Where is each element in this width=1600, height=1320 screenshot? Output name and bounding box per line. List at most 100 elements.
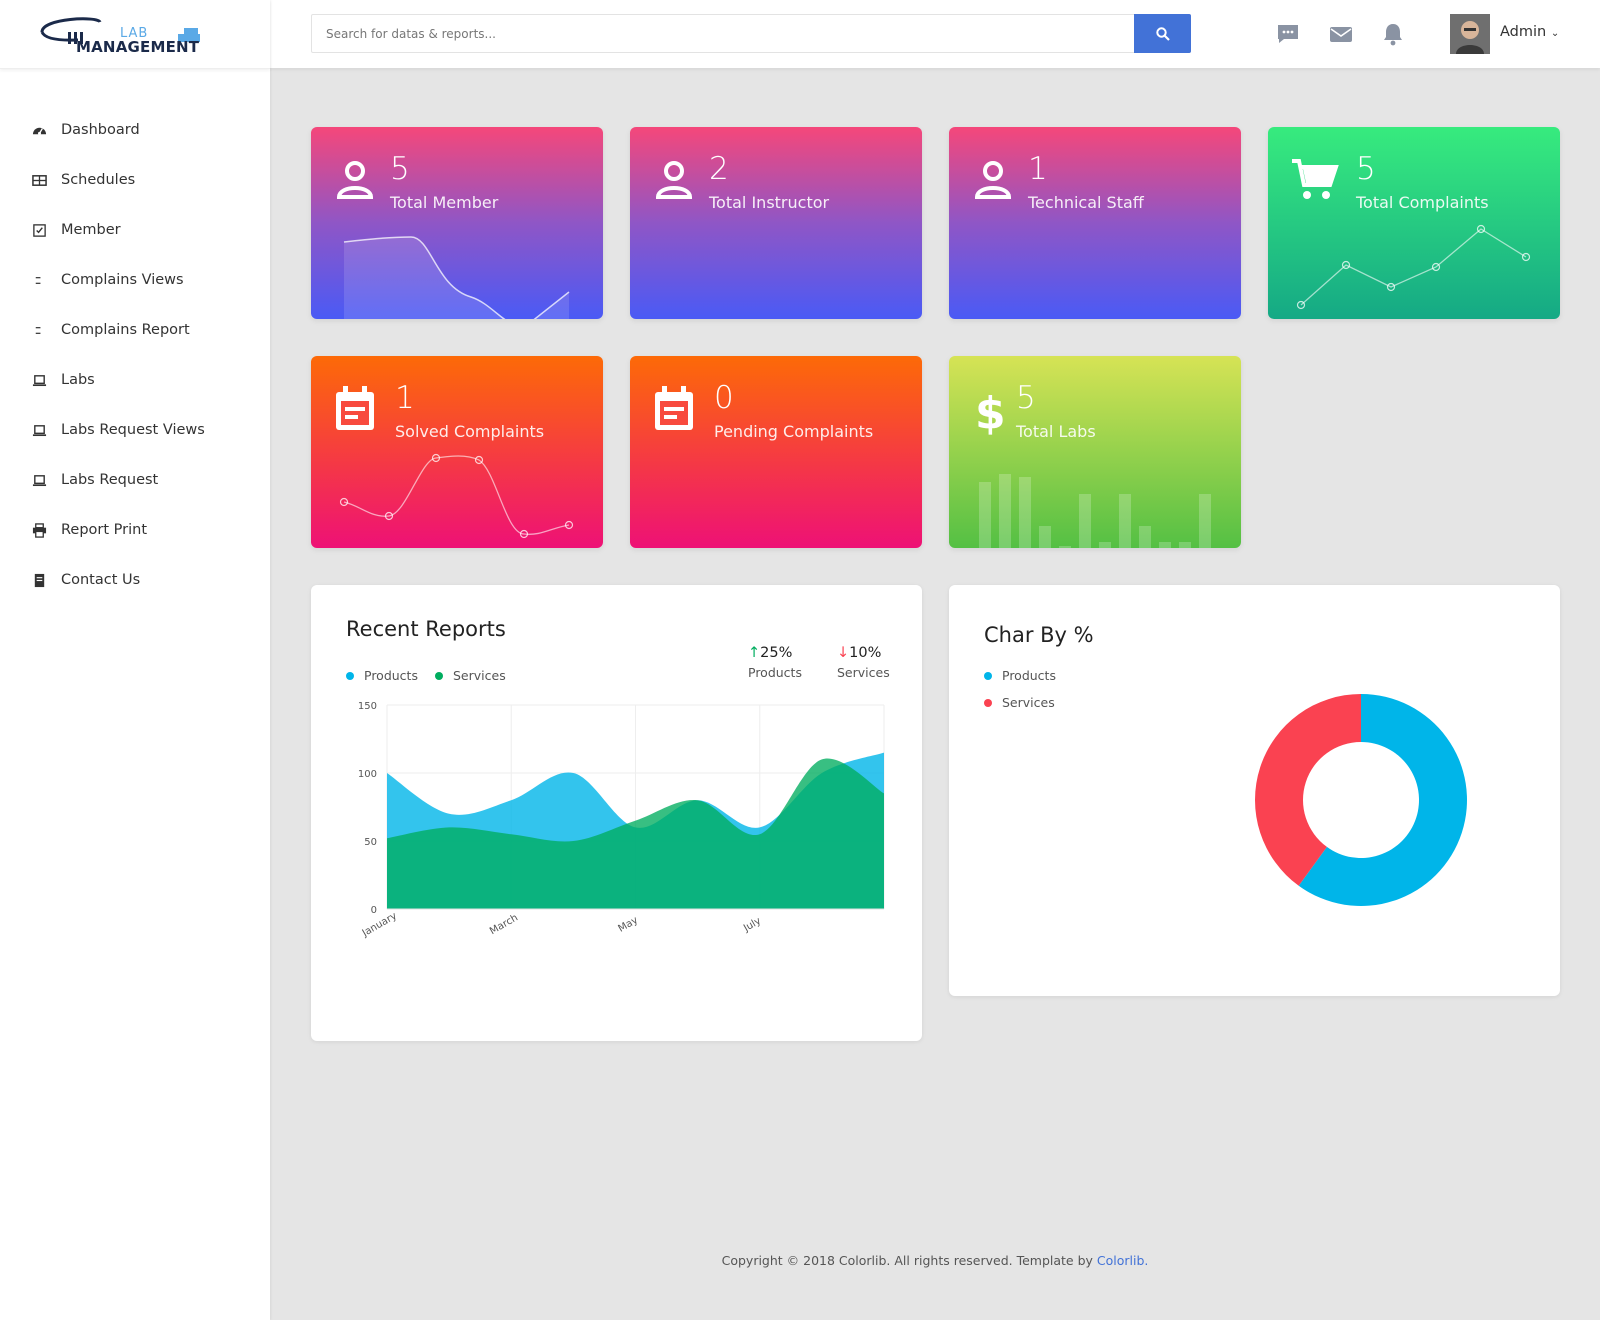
avatar-image [1450,14,1490,54]
sidebar-item-label: Dashboard [61,122,140,138]
sidebar-item-label: Report Print [61,522,148,538]
stat-value: 25% [760,645,793,661]
legend-dot [984,698,992,707]
sidebar-item-labs-request[interactable]: Labs Request [0,455,270,505]
recent-reports-panel: Recent Reports Products Services ↑25% Pr… [311,585,922,1041]
stat-number: 5 [1016,380,1036,416]
stat-number: 0 [714,380,734,416]
footer-text: Copyright © 2018 Colorlib. All rights re… [721,1253,1097,1268]
sidebar-item-label: Labs Request [61,472,159,488]
legend-label: Products [1002,668,1056,683]
arrow-up-icon: ↑ [748,645,761,661]
printer-icon [31,522,47,538]
stat-card-total-member[interactable]: 5 Total Member [311,127,603,319]
laptop-icon [31,422,47,438]
x-tick-label: July [741,916,763,935]
footer: Copyright © 2018 Colorlib. All rights re… [270,1253,1600,1268]
sidebar-item-complains-report[interactable]: Complains Report [0,305,270,355]
footer-link[interactable]: Colorlib. [1097,1253,1149,1268]
sidebar-item-complains-views[interactable]: Complains Views [0,255,270,305]
sidebar-item-dashboard[interactable]: Dashboard [0,105,270,155]
list-icon [31,272,47,288]
search-icon [1155,26,1170,41]
chat-icon[interactable] [1275,21,1301,47]
avatar[interactable] [1450,14,1490,54]
stat-card-total-labs[interactable]: $ 5 Total Labs [949,356,1241,548]
x-tick-label: January [360,911,399,940]
logo[interactable]: LAB MANAGEMENT [38,10,208,58]
sidebar-item-label: Schedules [61,172,136,188]
legend-dot [346,671,354,680]
arrow-down-icon: ↓ [837,645,850,661]
legend-item-services: Services [984,695,1055,710]
stat-card-solved-complaints[interactable]: 1 Solved Complaints [311,356,603,548]
calendar-icon [655,386,693,430]
sidebar: LAB MANAGEMENT Dashboard Schedules Membe… [0,0,270,1320]
bell-icon[interactable] [1380,21,1406,47]
sidebar-item-label: Complains Views [61,272,184,288]
stat-number: 5 [390,151,410,187]
search-button[interactable] [1134,14,1191,53]
stat-products: ↑25% Products [748,645,802,680]
laptop-icon [31,372,47,388]
stat-label: Pending Complaints [714,422,874,441]
y-tick-label: 100 [358,769,377,780]
area-chart: 0 50 100 150 January March May July [358,701,885,940]
mail-icon[interactable] [1328,21,1354,47]
stat-label: Total Instructor [709,193,830,212]
legend-label: Products [364,668,418,683]
search-bar [311,14,1191,53]
sidebar-item-labs-request-views[interactable]: Labs Request Views [0,405,270,455]
stat-number: 5 [1356,151,1376,187]
x-tick-label: March [488,912,520,937]
sidebar-item-label: Complains Report [61,322,190,338]
stat-label: Total Complaints [1356,193,1489,212]
legend-item-products: Products [346,668,418,683]
stat-number: 1 [1028,151,1048,187]
sidebar-item-contact-us[interactable]: Contact Us [0,555,270,605]
donut-chart [1255,694,1467,906]
sidebar-item-member[interactable]: Member [0,205,270,255]
stat-label: Products [748,665,802,680]
legend-dot [435,671,443,680]
stat-label: Services [837,665,890,680]
stat-label: Total Member [390,193,499,212]
top-header: Admin ⌄ [270,0,1600,68]
search-input[interactable] [312,15,1134,52]
stat-number: 1 [395,380,415,416]
sidebar-item-label: Labs [61,372,95,388]
book-icon [31,572,47,588]
user-icon [336,161,374,199]
dollar-icon: $ [975,388,1006,436]
table-icon [31,172,47,188]
sidebar-item-labs[interactable]: Labs [0,355,270,405]
calendar-icon [336,386,374,430]
legend-label: Services [1002,695,1055,710]
user-icon [655,161,693,199]
stat-value: 10% [849,645,882,661]
stat-card-technical-staff[interactable]: 1 Technical Staff [949,127,1241,319]
chevron-down-icon: ⌄ [1550,28,1560,39]
stat-card-pending-complaints[interactable]: 0 Pending Complaints [630,356,922,548]
cart-icon [1292,159,1339,199]
sidebar-item-schedules[interactable]: Schedules [0,155,270,205]
user-name: Admin [1500,24,1547,40]
legend-item-products: Products [984,668,1056,683]
x-tick-label: May [617,915,640,935]
sidebar-item-report-print[interactable]: Report Print [0,505,270,555]
stat-number: 2 [709,151,729,187]
panel-title: Char By % [984,623,1094,647]
stat-label: Technical Staff [1028,193,1144,212]
stat-card-total-instructor[interactable]: 2 Total Instructor [630,127,922,319]
stat-card-total-complaints[interactable]: 5 Total Complaints [1268,127,1560,319]
sidebar-item-label: Member [61,222,121,238]
logo-text-bottom: MANAGEMENT [76,38,200,56]
user-menu[interactable]: Admin ⌄ [1500,24,1559,40]
user-icon [974,161,1012,199]
list-icon [31,322,47,338]
y-tick-label: 50 [364,837,377,848]
stat-label: Total Labs [1016,422,1096,441]
svg-text:$: $ [975,388,1006,436]
legend-item-services: Services [435,668,506,683]
sidebar-item-label: Labs Request Views [61,422,205,438]
